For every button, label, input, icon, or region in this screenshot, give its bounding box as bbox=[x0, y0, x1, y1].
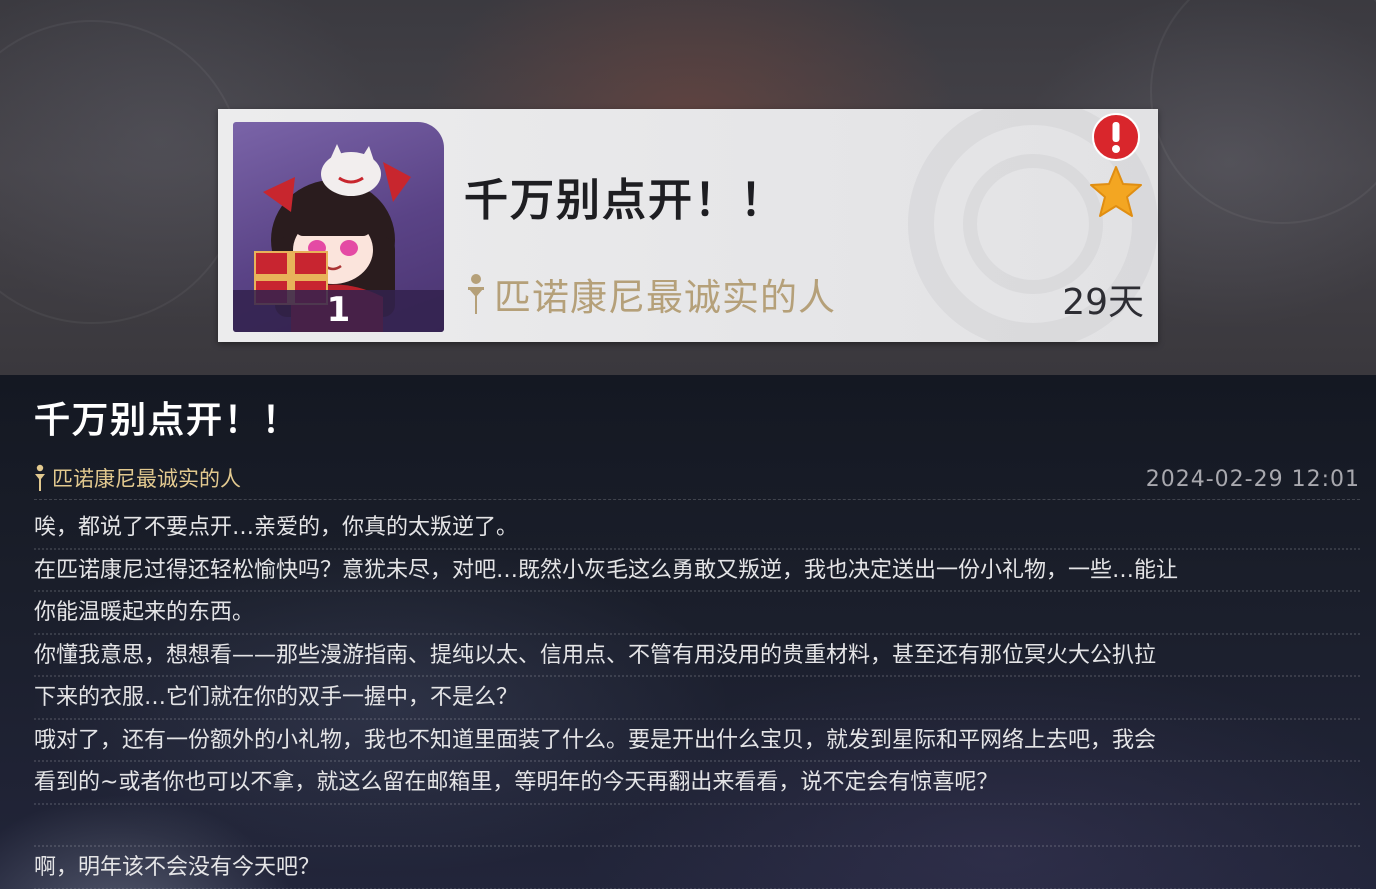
letter-panel: 千万别点开！！ 匹诺康尼最诚实的人 2024-02-29 12:01 唉，都说了… bbox=[0, 375, 1376, 889]
mail-title: 千万别点开！！ bbox=[464, 175, 786, 226]
divider bbox=[34, 499, 1360, 500]
letter-title: 千万别点开！！ bbox=[34, 400, 301, 441]
letter-meta: 匹诺康尼最诚实的人 2024-02-29 12:01 bbox=[34, 463, 1360, 497]
letter-line: 你能温暖起来的东西。 bbox=[34, 592, 1360, 635]
background-art: 1 千万别点开！！ 匹诺康尼最诚实的人 29天 bbox=[0, 0, 1376, 375]
letter-body[interactable]: 唉，都说了不要点开…亲爱的，你真的太叛逆了。 在匹诺康尼过得还轻松愉快吗？意犹未… bbox=[34, 507, 1360, 889]
letter-line: 哦对了，还有一份额外的小礼物，我也不知道里面装了什么。要是开出什么宝贝，就发到星… bbox=[34, 720, 1360, 762]
mail-expiry-days: 29天 bbox=[1062, 282, 1144, 323]
letter-line: 看到的~或者你也可以不拿，就这么留在邮箱里，等明年的今天再翻出来看看，说不定会有… bbox=[34, 762, 1360, 805]
mail-sender-name: 匹诺康尼最诚实的人 bbox=[494, 276, 836, 319]
letter-line: 唉，都说了不要点开…亲爱的，你真的太叛逆了。 bbox=[34, 507, 1360, 550]
letter-line: 下来的衣服…它们就在你的双手一握中，不是么？ bbox=[34, 677, 1360, 720]
background-ornament bbox=[1150, 0, 1376, 224]
mail-card[interactable]: 1 千万别点开！！ 匹诺康尼最诚实的人 29天 bbox=[218, 109, 1158, 342]
sender-avatar: 1 bbox=[233, 122, 444, 332]
letter-line: 啊，明年该不会没有今天吧？ bbox=[34, 847, 1360, 889]
background-ornament bbox=[0, 20, 244, 324]
mail-sender: 匹诺康尼最诚实的人 bbox=[466, 269, 836, 319]
star-icon[interactable] bbox=[1088, 165, 1144, 219]
attachment-count: 1 bbox=[326, 290, 351, 330]
letter-sender-name: 匹诺康尼最诚实的人 bbox=[52, 467, 241, 491]
letter-sender: 匹诺康尼最诚实的人 bbox=[34, 463, 241, 493]
letter-line bbox=[34, 805, 1360, 847]
quill-pin-icon bbox=[35, 464, 45, 491]
exclamation-badge-icon bbox=[1092, 113, 1140, 161]
quill-pin-icon bbox=[468, 274, 484, 314]
letter-timestamp: 2024-02-29 12:01 bbox=[1145, 467, 1360, 492]
letter-line: 你懂我意思，想想看——那些漫游指南、提纯以太、信用点、不管有用没用的贵重材料，甚… bbox=[34, 635, 1360, 677]
letter-line: 在匹诺康尼过得还轻松愉快吗？意犹未尽，对吧…既然小灰毛这么勇敢又叛逆，我也决定送… bbox=[34, 550, 1360, 592]
